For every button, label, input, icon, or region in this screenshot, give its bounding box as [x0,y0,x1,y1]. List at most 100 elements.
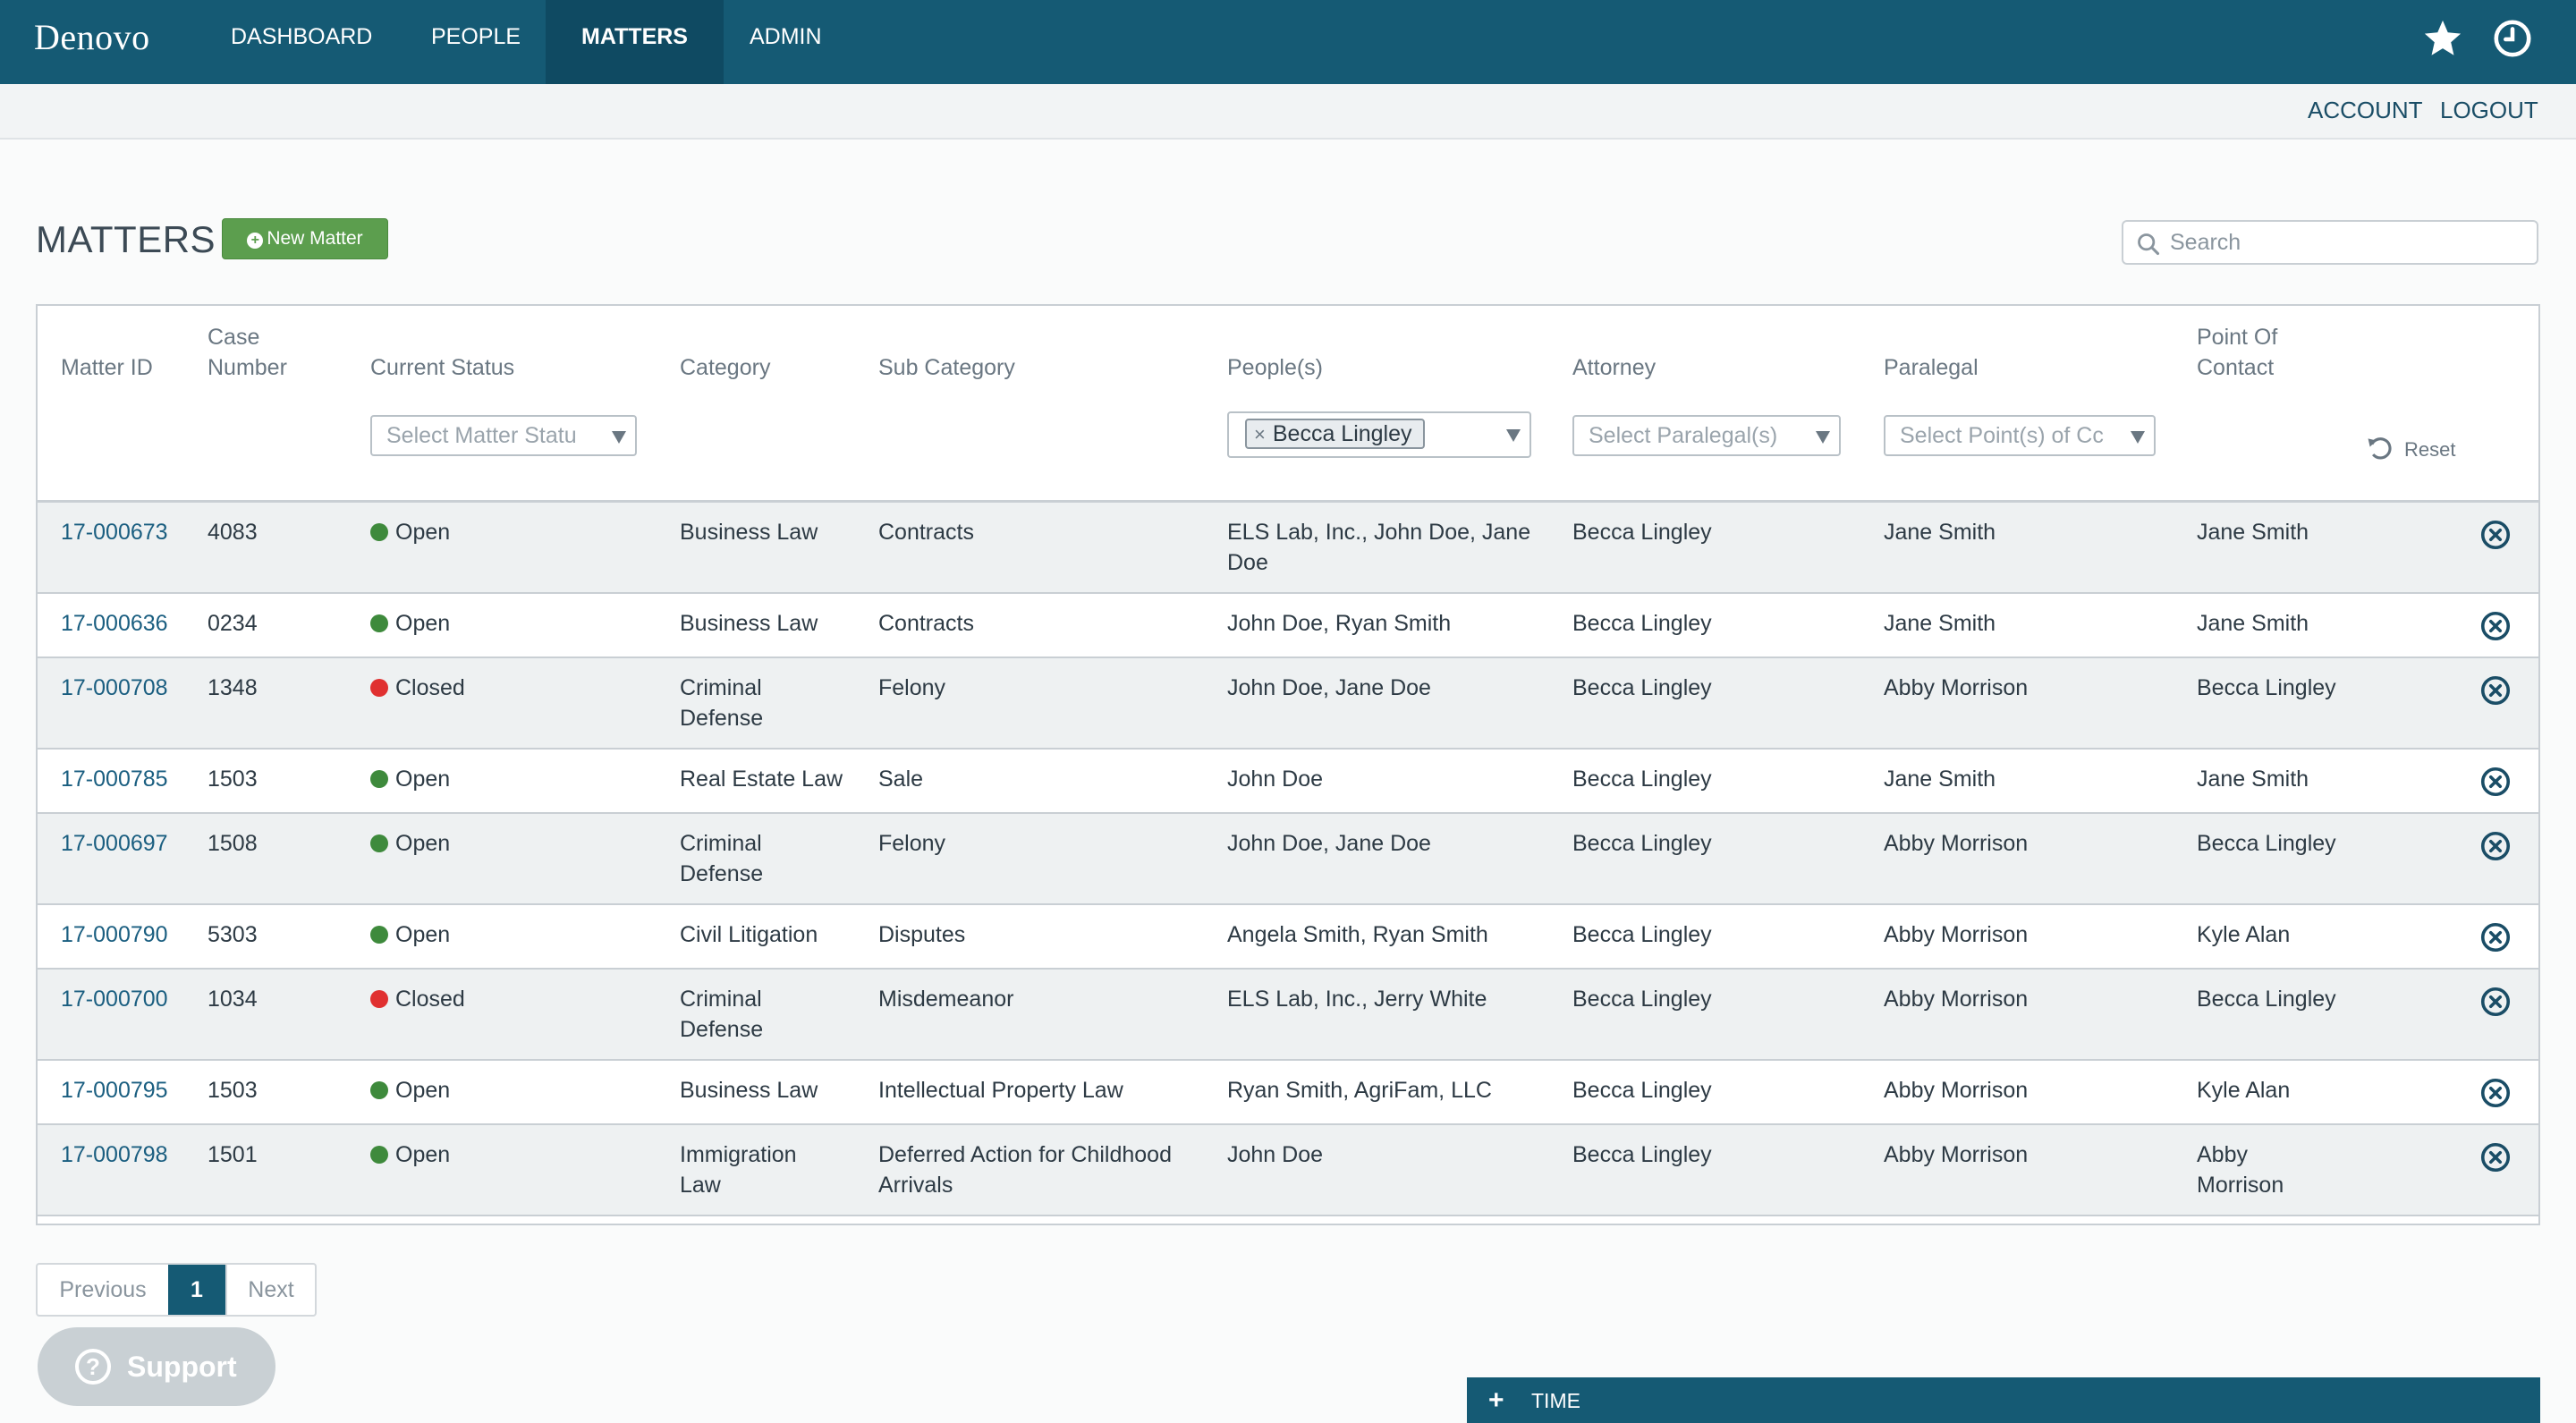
table-row[interactable]: 17-000673 4083 Open Business Law Contracts EL… [38,503,2538,594]
attorney-cell: Becca Lingley [1572,767,1712,792]
poc-filter-placeholder: Select Point(s) of Cc [1900,423,2104,448]
people-filter-tag-label: Becca Lingley [1272,421,1412,446]
nav-dashboard[interactable]: DASHBOARD [195,0,408,84]
poc-filter-select[interactable]: Select Point(s) of Cc [1884,415,2156,456]
header-attorney[interactable]: Attorney [1572,352,1656,383]
header-matter-id[interactable]: Matter ID [61,352,153,383]
search-input[interactable] [2170,227,2528,258]
case-number: 5303 [208,922,258,947]
matter-id-link[interactable]: 17-000795 [61,1075,168,1105]
header-people[interactable]: People(s) [1227,352,1323,383]
matter-id-link[interactable]: 17-000790 [61,919,168,950]
chevron-down-icon [1506,429,1521,442]
top-navbar: Denovo DASHBOARD PEOPLE MATTERS ADMIN [0,0,2576,84]
status-dot-icon [370,926,388,944]
search-field[interactable] [2122,220,2538,265]
table-row[interactable]: 17-000798 1501 Open Immigration Law Deferred … [38,1125,2538,1216]
poc-cell-line: Kyle Alan [2197,1078,2291,1103]
sub-category-cell: Deferred Action for Childhood Arrivals [878,1139,1172,1200]
poc-cell: Kyle Alan [2197,919,2290,950]
paralegal-cell: Jane Smith [1884,767,1996,792]
header-paralegal[interactable]: Paralegal [1884,352,1979,383]
paralegal-filter-select[interactable]: Select Paralegal(s) [1572,415,1841,456]
header-category[interactable]: Category [680,352,770,383]
remove-row-icon[interactable] [2479,1141,2512,1173]
header-sub-category[interactable]: Sub Category [878,352,1015,383]
matter-id-link[interactable]: 17-000798 [61,1139,168,1170]
new-matter-button[interactable]: + New Matter [222,218,388,259]
table-row[interactable]: 17-000795 1503 Open Business Law Intellectua… [38,1061,2538,1125]
table-row[interactable]: 17-000697 1508 Open Criminal Defense Felony Jo… [38,814,2538,905]
pagination: Previous 1 Next [36,1263,317,1317]
category-cell-line: Criminal [680,831,762,856]
matter-id-link[interactable]: 17-000785 [61,764,168,794]
logout-link[interactable]: LOGOUT [2440,97,2538,124]
status-cell: Open [370,1139,450,1170]
previous-page-button[interactable]: Previous [38,1265,168,1315]
status-filter-select[interactable]: Select Matter Statu [370,415,637,456]
nav-people[interactable]: PEOPLE [395,0,556,84]
remove-row-icon[interactable] [2479,1077,2512,1109]
remove-row-icon[interactable] [2479,986,2512,1018]
header-status[interactable]: Current Status [370,352,514,383]
case-number: 1034 [208,987,258,1012]
paralegal-cell: Abby Morrison [1884,831,2029,856]
people-cell-line: ELS Lab, Inc., John Doe, Jane [1227,520,1531,545]
chevron-down-icon [1816,431,1830,444]
nav-admin[interactable]: ADMIN [714,0,858,84]
star-icon[interactable] [2422,18,2463,59]
status-label: Open [395,767,451,792]
sub-category-cell-line: Sale [878,767,924,792]
table-row[interactable]: 17-000700 1034 Closed Criminal Defense Misdem… [38,970,2538,1061]
attorney-cell: Becca Lingley [1572,520,1712,545]
reset-filters-button[interactable]: Reset [2368,437,2455,462]
time-panel-toggle[interactable]: + TIME [1467,1377,2540,1423]
people-cell-line: John Doe, Jane Doe [1227,675,1431,700]
remove-row-icon[interactable] [2479,674,2512,707]
new-matter-label: New Matter [267,228,363,249]
table-row[interactable]: 17-000785 1503 Open Real Estate Law Sale John… [38,750,2538,814]
table-row[interactable]: 17-000708 1348 Closed Criminal Defense Felony… [38,658,2538,750]
sub-category-cell-line: Contracts [878,520,974,545]
next-page-button[interactable]: Next [225,1265,315,1315]
support-button[interactable]: ? Support [38,1327,275,1406]
remove-row-icon[interactable] [2479,519,2512,551]
remove-row-icon[interactable] [2479,830,2512,862]
header-point-of-contact[interactable]: Point Of Contact [2197,322,2277,383]
header-case-number-line2: Number [208,355,287,380]
remove-tag-icon[interactable]: × [1254,423,1266,445]
remove-row-icon[interactable] [2479,766,2512,798]
brand-logo[interactable]: Denovo [34,16,150,58]
sub-category-cell-line: Intellectual Property Law [878,1078,1123,1103]
page-1-button[interactable]: 1 [168,1265,225,1315]
status-dot-icon [370,1081,388,1099]
matter-id-link[interactable]: 17-000700 [61,984,168,1014]
matters-table: Matter ID Case Number Current Status Cat… [36,304,2540,1225]
category-cell-line: Civil Litigation [680,922,818,947]
poc-cell-line: Jane Smith [2197,767,2309,792]
table-row[interactable]: 17-000636 0234 Open Business Law Contracts Jo… [38,594,2538,658]
poc-cell: Jane Smith [2197,517,2309,547]
case-number: 1508 [208,831,258,856]
clock-icon[interactable] [2492,18,2533,59]
table-row[interactable]: 17-000790 5303 Open Civil Litigation Dispute… [38,905,2538,970]
status-label: Closed [395,675,465,700]
people-filter-select[interactable]: × Becca Lingley [1227,411,1531,458]
matter-id-link[interactable]: 17-000636 [61,608,168,639]
category-cell-line: Law [680,1173,721,1198]
account-link[interactable]: ACCOUNT [2308,97,2423,124]
sub-category-cell: Intellectual Property Law [878,1075,1123,1105]
matter-id-link[interactable]: 17-000697 [61,828,168,859]
people-filter-tag[interactable]: × Becca Lingley [1245,419,1425,449]
nav-matters[interactable]: MATTERS [546,0,724,84]
header-case-number[interactable]: Case Number [208,322,287,383]
attorney-cell: Becca Lingley [1572,922,1712,947]
remove-row-icon[interactable] [2479,921,2512,953]
remove-row-icon[interactable] [2479,610,2512,642]
case-number: 4083 [208,520,258,545]
case-number: 1501 [208,1142,258,1167]
sub-category-cell: Misdemeanor [878,984,1013,1014]
matter-id-link[interactable]: 17-000708 [61,673,168,703]
poc-cell-line: Morrison [2197,1173,2284,1198]
matter-id-link[interactable]: 17-000673 [61,517,168,547]
